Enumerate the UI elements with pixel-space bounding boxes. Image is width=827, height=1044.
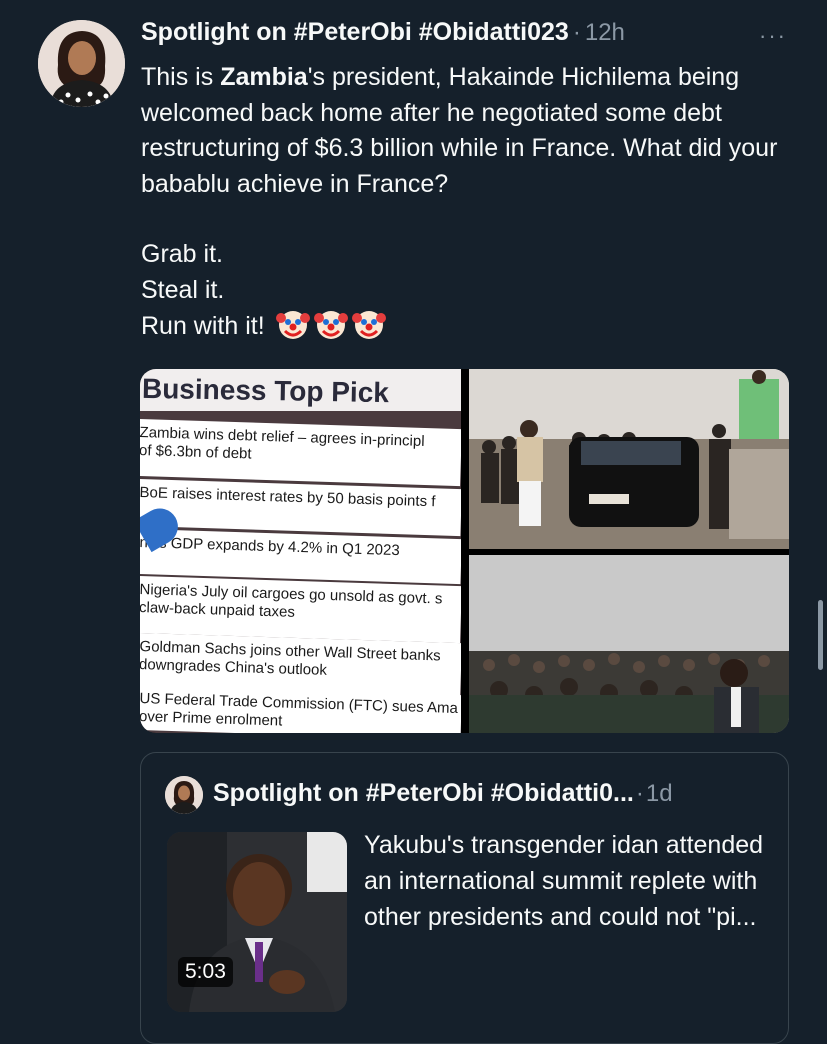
clown-face-emoji (351, 311, 386, 339)
tweet-line-2: Steal it. (141, 275, 225, 304)
headline-1: Zambia wins debt relief – agrees in-prin… (140, 419, 461, 487)
more-options-icon[interactable]: ··· (759, 23, 787, 49)
tweet-line-1: Grab it. (141, 240, 223, 268)
clown-face-emoji (313, 311, 348, 339)
author-avatar[interactable] (38, 20, 125, 107)
media-image-welcome-crowd[interactable] (469, 369, 789, 549)
quoted-author-avatar (165, 776, 203, 814)
scrollbar-thumb[interactable] (818, 600, 823, 670)
author-name[interactable]: Spotlight on #PeterObi #Obidatti023 (141, 18, 569, 46)
tweet-paragraph: This is Zambia's president, Hakainde Hic… (141, 63, 778, 198)
quoted-tweet[interactable]: Spotlight on #PeterObi #Obidatti0...·1d … (140, 752, 789, 1044)
clown-face-emoji (275, 311, 310, 339)
tweet-header: Spotlight on #PeterObi #Obidatti023 · 12h (141, 18, 781, 58)
screen-title: Business Top Pick (141, 372, 390, 409)
video-duration: 5:03 (178, 957, 233, 987)
headline-3: na's GDP expands by 4.2% in Q1 2023 (140, 529, 461, 585)
headline-2: BoE raises interest rates by 50 basis po… (140, 479, 461, 537)
media-image-headlines[interactable]: Business Top Pick Zambia wins debt relie… (140, 369, 461, 733)
headline-4: Nigeria's July oil cargoes go unsold as … (140, 576, 461, 644)
quoted-tweet-header: Spotlight on #PeterObi #Obidatti0...·1d (213, 779, 673, 808)
media-image-large-crowd[interactable] (469, 555, 789, 733)
tweet-media-grid[interactable]: Business Top Pick Zambia wins debt relie… (140, 369, 789, 733)
tweet-time[interactable]: 12h (585, 19, 625, 46)
quoted-time-separator: · (635, 780, 644, 807)
quoted-tweet-time: 1d (645, 780, 673, 807)
bold-word: Zambia (220, 63, 308, 91)
tweet-line-3: Run with it! (141, 308, 801, 345)
quoted-tweet-text: Yakubu's transgender idan attended an in… (364, 831, 764, 931)
tweet-text: This is Zambia's president, Hakainde Hic… (141, 60, 801, 345)
quoted-author-name: Spotlight on #PeterObi #Obidatti0... (213, 779, 634, 807)
time-separator: · (572, 19, 581, 46)
quoted-video-thumbnail[interactable]: 5:03 (167, 832, 347, 1012)
